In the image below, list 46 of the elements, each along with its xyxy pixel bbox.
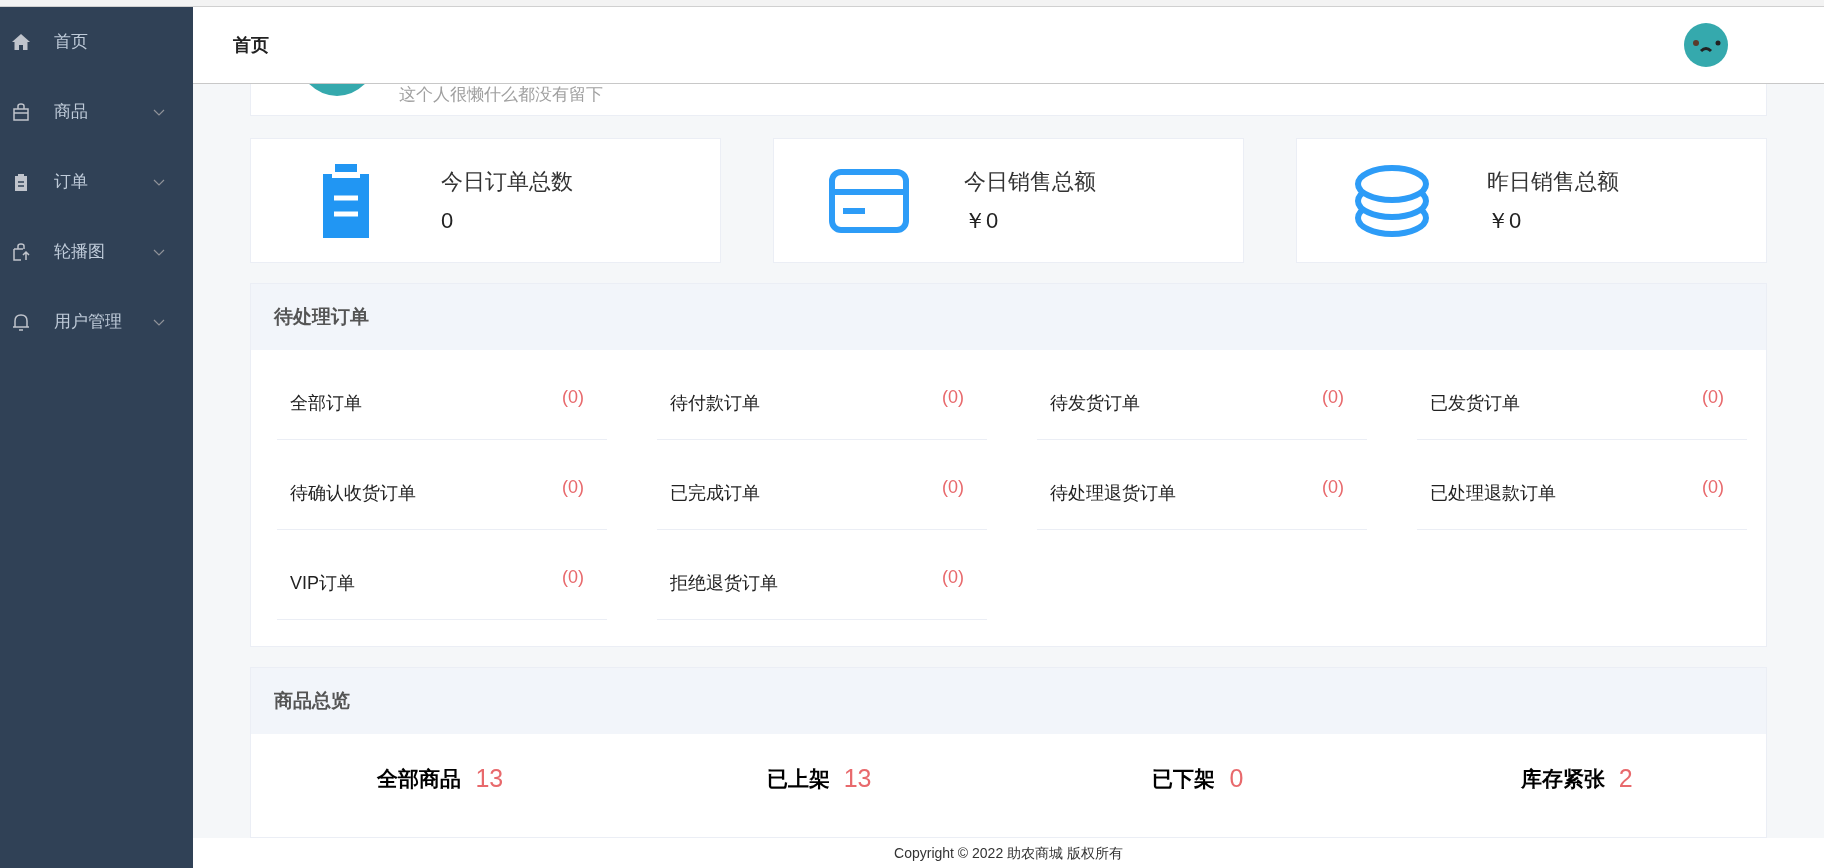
stat-value: ￥0 xyxy=(964,207,1000,235)
overview-label: 已下架 xyxy=(1152,766,1216,793)
sidebar-item[interactable]: 用户管理 xyxy=(0,287,193,357)
order-status-link[interactable]: 待付款订单 (0) xyxy=(657,362,987,441)
order-status-link[interactable]: VIP订单 (0) xyxy=(277,542,607,621)
order-status-link[interactable]: 待发货订单 (0) xyxy=(1037,362,1367,441)
chevron-down-icon xyxy=(153,178,165,186)
bag-icon xyxy=(11,102,31,122)
sidebar-item[interactable]: 订单 xyxy=(0,147,193,217)
bag-upload-icon xyxy=(11,242,31,262)
order-status-link[interactable]: 已完成订单 (0) xyxy=(657,452,987,531)
sidebar-item[interactable]: 轮播图 xyxy=(0,217,193,287)
stat-value: 0 xyxy=(441,207,455,235)
overview-label: 全部商品 xyxy=(377,766,462,793)
order-status-link[interactable]: 拒绝退货订单 (0) xyxy=(657,542,987,621)
order-status-link[interactable]: 已发货订单 (0) xyxy=(1417,362,1747,441)
overview-value: 13 xyxy=(843,763,872,795)
overview-label: 库存紧张 xyxy=(1520,766,1605,793)
clipboard-icon xyxy=(323,164,369,238)
panel-title: 待处理订单 xyxy=(274,305,369,330)
profile-bio: 这个人很懒什么都没有留下 xyxy=(399,84,603,106)
overview-value: 13 xyxy=(475,763,504,795)
order-status-link[interactable]: 全部订单 (0) xyxy=(277,362,607,441)
page-title: 首页 xyxy=(233,33,269,57)
order-status-link[interactable]: 待处理退货订单 (0) xyxy=(1037,452,1367,531)
stat-label: 今日订单总数 xyxy=(441,168,573,196)
overview-label: 已上架 xyxy=(766,766,830,793)
copyright-text: Copyright © 2022 助农商城 版权所有 xyxy=(894,843,1123,863)
home-icon xyxy=(11,32,31,52)
credit-card-icon xyxy=(829,169,909,233)
chevron-down-icon xyxy=(153,318,165,326)
sidebar-item[interactable]: 商品 xyxy=(0,77,193,147)
stat-value: ￥0 xyxy=(1487,207,1523,235)
stat-label: 昨日销售总额 xyxy=(1487,168,1619,196)
avatar[interactable] xyxy=(1684,23,1728,67)
bell-icon xyxy=(11,312,31,332)
panel-title: 商品总览 xyxy=(274,689,350,714)
stat-label: 今日销售总额 xyxy=(964,168,1096,196)
overview-value: 0 xyxy=(1229,763,1244,795)
order-status-link[interactable]: 待确认收货订单 (0) xyxy=(277,452,607,531)
order-status-link[interactable]: 已处理退款订单 (0) xyxy=(1417,452,1747,531)
overview-value: 2 xyxy=(1618,763,1633,795)
coin-stack-icon xyxy=(1354,164,1430,238)
sidebar-item[interactable]: 首页 xyxy=(0,7,193,77)
chevron-down-icon xyxy=(153,248,165,256)
chevron-down-icon xyxy=(153,108,165,116)
